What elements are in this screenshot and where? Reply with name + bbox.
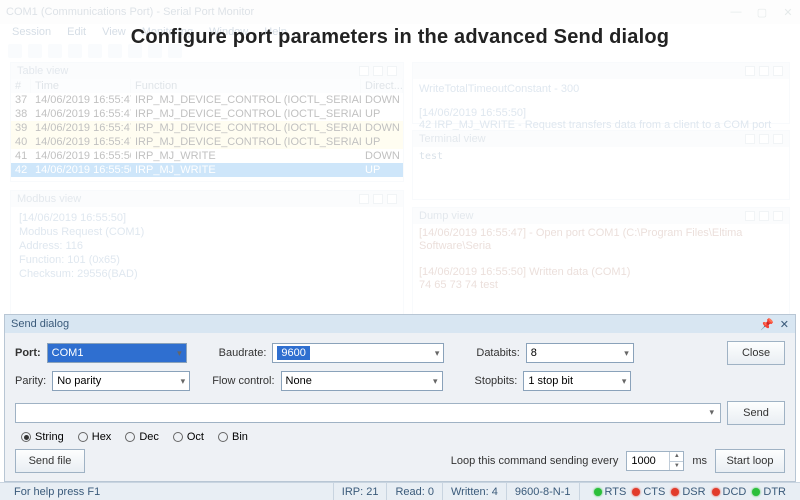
signal-dtr: DTR (752, 486, 786, 498)
radio-hex[interactable]: Hex (78, 431, 112, 443)
parity-label: Parity: (15, 375, 46, 387)
spin-down-icon[interactable]: ▼ (670, 462, 683, 471)
radio-string[interactable]: String (21, 431, 64, 443)
flow-label: Flow control: (212, 375, 274, 387)
radio-bin[interactable]: Bin (218, 431, 248, 443)
panel-title: Table view (17, 65, 68, 77)
pin-icon[interactable]: 📌 (760, 318, 774, 331)
statusbar: For help press F1 IRP: 21 Read: 0 Writte… (0, 482, 800, 500)
overlay-heading: Configure port parameters in the advance… (0, 26, 800, 49)
spin-up-icon[interactable]: ▲ (670, 452, 683, 462)
send-dialog-title: Send dialog (11, 318, 69, 330)
table-row[interactable]: 4214/06/2019 16:55:50IRP_MJ_WRITEUP (11, 163, 403, 177)
parity-select[interactable]: No parity (52, 371, 190, 391)
col: Function (131, 79, 361, 93)
status-baud: 9600-8-N-1 (507, 483, 580, 500)
radio-oct[interactable]: Oct (173, 431, 204, 443)
flow-select[interactable]: None (281, 371, 443, 391)
status-help: For help press F1 (6, 483, 334, 500)
panel-table-view: Table view # Time Function Direct... 371… (10, 62, 404, 182)
panel-modbus-view: Modbus view [14/06/2019 16:55:50]Modbus … (10, 190, 404, 320)
table-row[interactable]: 3814/06/2019 16:55:47IRP_MJ_DEVICE_CONTR… (11, 107, 403, 121)
baud-label: Baudrate: (219, 347, 267, 359)
col: # (11, 79, 31, 93)
databits-label: Databits: (476, 347, 519, 359)
loop-unit: ms (692, 455, 707, 467)
window-title: COM1 (Communications Port) - Serial Port… (6, 6, 730, 18)
databits-select[interactable]: 8 (526, 343, 634, 363)
radio-dec[interactable]: Dec (125, 431, 159, 443)
close-icon[interactable]: ✕ (782, 6, 794, 18)
table-row[interactable]: 4014/06/2019 16:55:47IRP_MJ_DEVICE_CONTR… (11, 135, 403, 149)
table-row[interactable]: 4114/06/2019 16:55:50IRP_MJ_WRITEDOWN (11, 149, 403, 163)
terminal-text: test (413, 147, 789, 166)
panel-title: Terminal view (419, 133, 486, 145)
signal-cts: CTS (632, 486, 665, 498)
table-row[interactable]: 3914/06/2019 16:55:47IRP_MJ_DEVICE_CONTR… (11, 121, 403, 135)
loop-interval-input[interactable]: 1000 ▲▼ (626, 451, 684, 471)
send-button[interactable]: Send (727, 401, 785, 425)
panel-line-view: WriteTotalTimeoutConstant - 300 [14/06/2… (412, 62, 790, 124)
signal-dsr: DSR (671, 486, 705, 498)
loop-label: Loop this command sending every (451, 455, 619, 467)
close-panel-icon[interactable]: ✕ (780, 318, 789, 331)
port-input[interactable] (52, 347, 182, 359)
baud-select[interactable]: 9600 (272, 343, 444, 363)
status-written: Written: 4 (443, 483, 507, 500)
panel-title: Dump view (419, 210, 473, 222)
panel-dump-view: Dump view [14/06/2019 16:55:47] - Open p… (412, 207, 790, 320)
start-loop-button[interactable]: Start loop (715, 449, 785, 473)
command-input[interactable] (15, 403, 721, 423)
port-select[interactable] (47, 343, 187, 363)
maximize-icon[interactable]: ▢ (756, 6, 768, 18)
format-radio-group: String Hex Dec Oct Bin (21, 431, 248, 443)
close-button[interactable]: Close (727, 341, 785, 365)
panel-terminal-view: Terminal view test (412, 130, 790, 200)
signal-rts: RTS (594, 486, 627, 498)
col: Direct... (361, 79, 403, 93)
status-read: Read: 0 (387, 483, 443, 500)
stopbits-label: Stopbits: (475, 375, 518, 387)
status-irp: IRP: 21 (334, 483, 388, 500)
minimize-icon[interactable]: — (730, 6, 742, 18)
send-file-button[interactable]: Send file (15, 449, 85, 473)
panel-title: Modbus view (17, 193, 81, 205)
titlebar: COM1 (Communications Port) - Serial Port… (0, 0, 800, 24)
signal-dcd: DCD (712, 486, 747, 498)
port-label: Port: (15, 347, 41, 359)
col: Time (31, 79, 131, 93)
stopbits-select[interactable]: 1 stop bit (523, 371, 631, 391)
table-row[interactable]: 3714/06/2019 16:55:47IRP_MJ_DEVICE_CONTR… (11, 93, 403, 107)
send-dialog: Send dialog 📌 ✕ Port: Baudrate: 9600 Dat… (4, 314, 796, 482)
